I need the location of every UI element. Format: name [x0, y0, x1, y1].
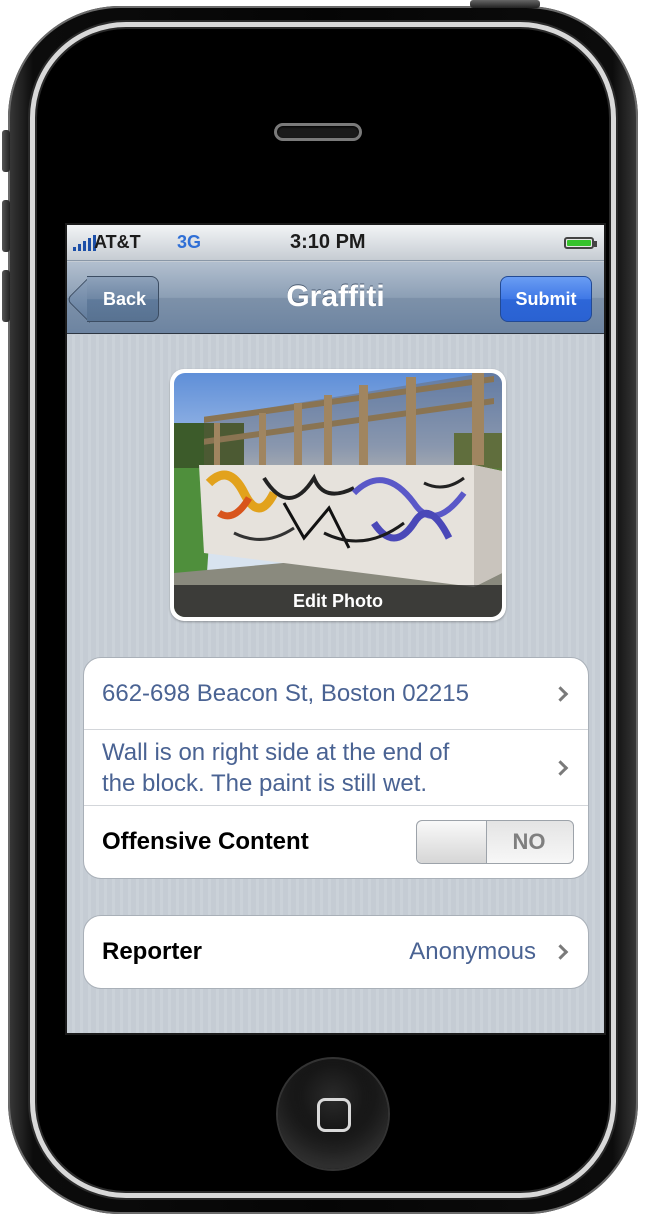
offensive-content-switch[interactable]: NO — [416, 820, 574, 864]
graffiti-photo-illustration — [174, 373, 502, 617]
battery-icon — [564, 237, 597, 249]
earpiece-speaker — [274, 123, 362, 141]
chevron-right-icon — [552, 685, 569, 702]
sleep-button — [470, 0, 540, 8]
signal-bars-icon — [73, 235, 96, 251]
phone-screen: AT&T 3G 3:10 PM Back Graffiti Submit Edi… — [65, 223, 606, 1035]
carrier-name: AT&T — [94, 232, 141, 252]
submit-button-label: Submit — [515, 288, 577, 309]
edit-photo-label[interactable]: Edit Photo — [174, 585, 502, 617]
address-row[interactable]: 662-698 Beacon St, Boston 02215 — [84, 658, 588, 730]
navigation-bar: Back Graffiti Submit — [67, 262, 604, 334]
status-time: 3:10 PM — [290, 231, 366, 253]
description-row[interactable]: Wall is on right side at the end of the … — [84, 730, 588, 806]
description-line-2: the block. The paint is still wet. — [102, 769, 428, 797]
reporter-row[interactable]: Reporter Anonymous — [84, 916, 588, 988]
switch-state-label: NO — [512, 829, 546, 854]
offensive-content-row: Offensive Content NO — [84, 806, 588, 878]
address-text: 662-698 Beacon St, Boston 02215 — [102, 680, 469, 707]
battery-level — [567, 240, 591, 246]
description-line-1: Wall is on right side at the end of — [102, 738, 450, 766]
network-type: 3G — [177, 232, 202, 252]
graffiti-photo: Edit Photo — [174, 373, 502, 617]
submit-button[interactable]: Submit — [500, 276, 592, 322]
back-button-container: Back — [67, 262, 167, 334]
description-text: Wall is on right side at the end of the … — [102, 737, 449, 799]
home-square-icon — [317, 1098, 351, 1132]
offensive-content-label: Offensive Content — [102, 828, 309, 855]
status-bar: AT&T 3G 3:10 PM — [67, 225, 604, 261]
back-button-label: Back — [102, 288, 147, 309]
home-button[interactable] — [276, 1057, 390, 1171]
chevron-right-icon — [552, 759, 569, 776]
chevron-right-icon — [552, 944, 569, 960]
back-button[interactable]: Back — [87, 276, 159, 322]
report-form: Edit Photo 662-698 Beacon St, Boston 022… — [67, 335, 604, 1033]
reporter-value: Anonymous — [409, 938, 536, 965]
photo-thumbnail[interactable]: Edit Photo — [170, 369, 506, 621]
switch-knob — [417, 821, 487, 863]
reporter-group: Reporter Anonymous — [83, 915, 589, 989]
details-group: 662-698 Beacon St, Boston 02215 Wall is … — [83, 657, 589, 879]
mute-switch — [2, 130, 10, 172]
volume-down-button — [2, 270, 10, 322]
reporter-label: Reporter — [102, 938, 203, 965]
volume-up-button — [2, 200, 10, 252]
